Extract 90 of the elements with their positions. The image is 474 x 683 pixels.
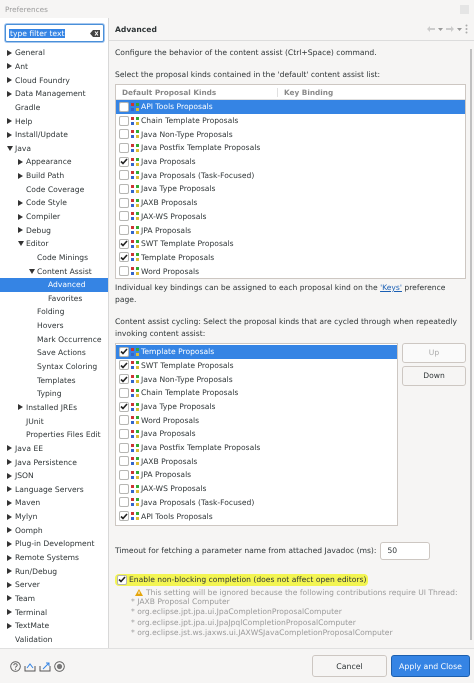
checkbox[interactable] [119, 266, 129, 276]
collapsed-arrow-icon[interactable] [18, 200, 23, 206]
collapsed-arrow-icon[interactable] [7, 554, 12, 561]
collapsed-arrow-icon[interactable] [7, 118, 12, 124]
expanded-arrow-icon[interactable] [18, 241, 24, 246]
collapsed-arrow-icon[interactable] [7, 50, 12, 56]
proposal-icon [131, 198, 139, 207]
checkbox[interactable] [119, 374, 129, 384]
proposal-icon [131, 253, 139, 262]
checkbox[interactable] [119, 402, 129, 412]
proposal-icon [131, 498, 139, 506]
collapsed-arrow-icon[interactable] [7, 445, 12, 452]
collapsed-arrow-icon[interactable] [7, 472, 12, 479]
collapsed-arrow-icon[interactable] [7, 568, 12, 574]
export-icon[interactable] [39, 660, 51, 672]
proposal-icon [131, 444, 139, 452]
collapsed-arrow-icon[interactable] [7, 90, 12, 97]
checkbox[interactable] [119, 211, 129, 222]
checkbox[interactable] [119, 170, 129, 180]
checkbox[interactable] [119, 116, 129, 126]
import-icon[interactable] [24, 660, 36, 672]
clear-icon[interactable] [90, 30, 100, 36]
proposal-icon [131, 212, 139, 220]
proposal-icon [131, 130, 139, 138]
proposal-icon [131, 171, 139, 180]
checkbox[interactable] [119, 198, 129, 208]
proposal-icon [131, 158, 139, 166]
checkbox[interactable] [119, 142, 129, 153]
checkbox[interactable] [117, 574, 127, 585]
collapsed-arrow-icon[interactable] [7, 595, 12, 602]
collapsed-arrow-icon[interactable] [7, 132, 12, 138]
dropdown-icon[interactable] [438, 28, 443, 30]
collapsed-arrow-icon[interactable] [7, 582, 12, 588]
proposal-icon [131, 226, 139, 234]
proposal-icon [131, 102, 139, 111]
collapsed-arrow-icon[interactable] [7, 459, 12, 466]
checkbox[interactable] [119, 129, 129, 140]
checkbox[interactable] [119, 470, 129, 480]
proposal-icon [131, 484, 139, 493]
proposal-icon [131, 240, 139, 248]
collapsed-arrow-icon[interactable] [18, 214, 23, 220]
help-icon[interactable] [10, 660, 21, 672]
collapsed-arrow-icon[interactable] [7, 500, 12, 506]
checkbox[interactable] [119, 442, 129, 453]
collapsed-arrow-icon[interactable] [18, 172, 23, 179]
proposal-icon [131, 402, 139, 411]
dropdown-icon[interactable] [457, 28, 462, 30]
proposal-icon [131, 375, 139, 384]
checkbox[interactable] [119, 428, 129, 439]
checkbox[interactable] [119, 456, 129, 466]
collapsed-arrow-icon[interactable] [7, 622, 12, 629]
checkbox[interactable] [119, 497, 129, 508]
collapsed-arrow-icon[interactable] [7, 77, 12, 84]
checkbox[interactable] [119, 388, 129, 398]
proposal-icon [131, 116, 139, 125]
collapsed-arrow-icon[interactable] [18, 404, 23, 410]
collapsed-arrow-icon[interactable] [7, 63, 12, 70]
collapsed-arrow-icon[interactable] [18, 158, 23, 165]
record-icon[interactable] [54, 660, 65, 672]
checkbox[interactable] [119, 238, 129, 249]
proposal-icon [131, 457, 139, 466]
collapsed-arrow-icon[interactable] [7, 486, 12, 492]
checkbox[interactable] [119, 415, 129, 426]
checkbox[interactable] [119, 484, 129, 494]
checkbox[interactable] [119, 102, 129, 112]
proposal-icon [131, 416, 139, 424]
expanded-arrow-icon[interactable] [6, 146, 12, 151]
collapsed-arrow-icon[interactable] [7, 540, 12, 547]
proposal-icon [131, 388, 139, 397]
collapsed-arrow-icon[interactable] [7, 527, 12, 534]
checkbox[interactable] [119, 346, 129, 357]
checkbox[interactable] [119, 252, 129, 262]
proposal-icon [131, 267, 139, 276]
checkbox[interactable] [119, 225, 129, 236]
proposal-icon [131, 184, 139, 193]
checkbox[interactable] [119, 511, 129, 522]
expanded-arrow-icon[interactable] [28, 268, 34, 274]
collapsed-arrow-icon[interactable] [7, 514, 12, 520]
checkbox[interactable] [119, 156, 129, 167]
proposal-icon [131, 348, 139, 356]
proposal-icon [131, 361, 139, 370]
proposal-icon [131, 144, 139, 152]
checkbox[interactable] [119, 360, 129, 370]
collapsed-arrow-icon[interactable] [18, 227, 23, 234]
proposal-icon [131, 470, 139, 479]
collapsed-arrow-icon[interactable] [7, 609, 12, 616]
proposal-icon [131, 512, 139, 520]
checkbox[interactable] [119, 184, 129, 194]
warning-icon [135, 588, 143, 596]
proposal-icon [131, 430, 139, 438]
